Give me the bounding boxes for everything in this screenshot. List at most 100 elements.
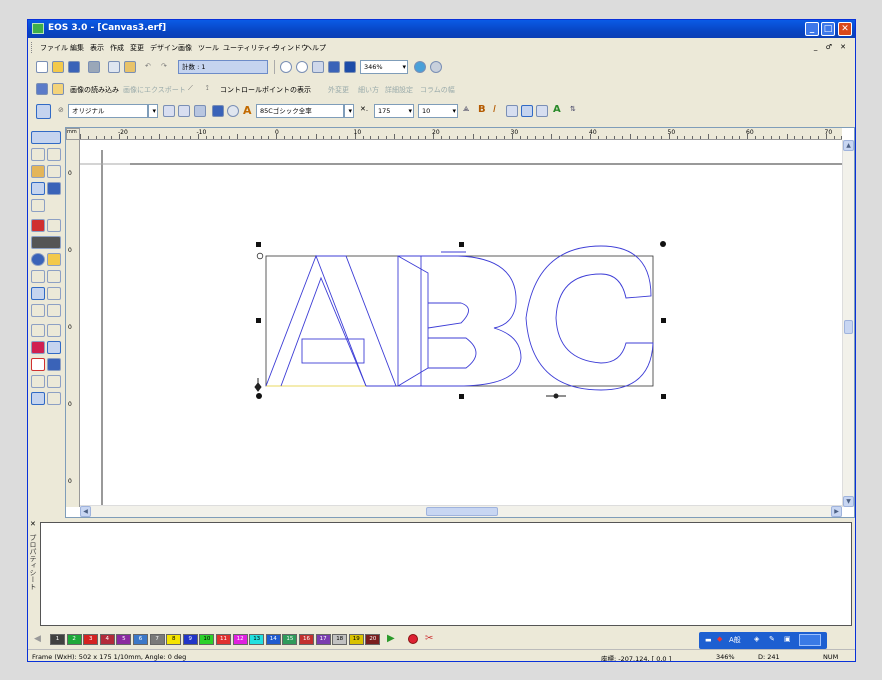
text-frame-icon[interactable] (194, 105, 206, 117)
panel-close-icon[interactable]: ✕ (30, 520, 36, 528)
zoom-tool-icon[interactable] (31, 199, 45, 212)
trash-icon[interactable] (52, 83, 64, 95)
redo-icon[interactable]: ↷ (161, 62, 167, 70)
font-select[interactable]: 85Cゴシック全率 (256, 104, 344, 118)
bitmap-tool-icon[interactable] (47, 341, 61, 354)
node-tool-icon[interactable]: ⟟ (206, 84, 209, 93)
photo-tool-icon[interactable] (31, 375, 45, 388)
palette-color-7[interactable]: 7 (149, 634, 165, 645)
title-bar[interactable]: EOS 3.0 - [Canvas3.erf] _ □ ✕ (28, 20, 855, 38)
new-file-icon[interactable] (36, 61, 48, 73)
table-tool-icon[interactable] (47, 358, 61, 371)
scroll-right-icon[interactable]: ▶ (831, 506, 842, 517)
mdi-controls[interactable]: _ ♂ ✕ (814, 43, 849, 51)
text-effect-tool-icon[interactable] (31, 270, 45, 283)
palette-color-4[interactable]: 4 (99, 634, 115, 645)
palette-color-13[interactable]: 13 (249, 634, 265, 645)
menu-file[interactable]: ファイル (40, 43, 68, 53)
text-align-icon[interactable] (212, 105, 224, 117)
play-icon[interactable]: ▶ (387, 633, 395, 644)
palette-color-5[interactable]: 5 (116, 634, 132, 645)
palette-color-12[interactable]: 12 (232, 634, 248, 645)
stop-icon[interactable] (408, 634, 418, 644)
frame-tool-icon[interactable] (47, 392, 61, 405)
palette-color-1[interactable]: 1 (50, 634, 65, 645)
outline-text-tool-icon[interactable] (31, 287, 45, 300)
detail-settings-button[interactable]: 詳細設定 (385, 85, 413, 95)
text-tool-icon[interactable] (31, 182, 45, 195)
scroll-up-icon[interactable]: ▲ (843, 140, 854, 151)
maximize-button[interactable]: □ (821, 22, 835, 36)
menu-help[interactable]: ヘルプ (305, 43, 326, 53)
canvas-area[interactable]: mm -20-10010203040506070 00000 (65, 127, 855, 518)
envelope-tool-icon[interactable] (47, 287, 61, 300)
align-tool-icon[interactable] (31, 324, 45, 337)
align-left-icon[interactable] (506, 105, 518, 117)
outline-change-button[interactable]: 外変更 (328, 85, 349, 95)
send-icon[interactable] (36, 83, 48, 95)
font-style-icon[interactable] (163, 105, 175, 117)
zoom-out-icon[interactable] (296, 61, 308, 73)
help-icon[interactable]: ▣ (784, 635, 791, 643)
scissors-icon[interactable]: ✂ (425, 633, 433, 644)
ime-icon[interactable]: ◆ (717, 635, 722, 643)
brush-tool-icon[interactable] (31, 131, 61, 144)
property-sheet-body[interactable] (40, 522, 852, 626)
image-tool-icon[interactable] (47, 375, 61, 388)
ime-tools-icon[interactable]: ✎ (769, 635, 775, 643)
text-spacing-icon[interactable]: ⇅ (570, 105, 576, 113)
refresh-icon[interactable] (414, 61, 426, 73)
palette-color-14[interactable]: 14 (265, 634, 281, 645)
pen-tool-icon[interactable] (31, 219, 45, 232)
text-rotate-icon[interactable] (227, 105, 239, 117)
magnify-tool-icon[interactable] (31, 253, 45, 266)
weed-tool-icon[interactable] (31, 341, 45, 354)
open-folder-icon[interactable] (52, 61, 64, 73)
rotate-icon[interactable] (430, 61, 442, 73)
path-tool-icon[interactable]: ⟋ (188, 84, 193, 93)
copy-icon[interactable] (108, 61, 120, 73)
vertical-scroll-thumb[interactable] (844, 320, 853, 334)
palette-color-20[interactable]: 20 (365, 634, 381, 645)
horizontal-scrollbar[interactable]: ◀ ▶ (80, 505, 842, 517)
ime-pad-icon[interactable]: ◈ (754, 635, 759, 643)
palette-color-3[interactable]: 3 (83, 634, 99, 645)
menu-utility[interactable]: ユーティリティー (223, 43, 278, 53)
scroll-down-icon[interactable]: ▼ (843, 496, 854, 507)
print-icon[interactable] (88, 61, 100, 73)
menu-design[interactable]: デザイン (150, 43, 178, 53)
zoom-page-icon[interactable] (344, 61, 356, 73)
menu-window[interactable]: ウィンドウ (273, 43, 308, 53)
crosshair-tool-icon[interactable] (47, 324, 61, 337)
style-select[interactable]: オリジナル (68, 104, 148, 118)
text-color-icon[interactable]: A (553, 104, 561, 115)
grid-icon[interactable] (312, 61, 324, 73)
font-dropdown-icon[interactable] (344, 104, 354, 118)
kerning-icon[interactable] (178, 105, 190, 117)
thin-button[interactable]: 細い方 (358, 85, 379, 95)
palette-color-9[interactable]: 9 (182, 634, 198, 645)
bold-icon[interactable]: B (478, 104, 486, 115)
palette-color-16[interactable]: 16 (299, 634, 314, 645)
menu-image[interactable]: 画像 (178, 43, 192, 53)
palette-color-2[interactable]: 2 (66, 634, 82, 645)
node-select-tool-icon[interactable] (47, 148, 61, 161)
palette-color-15[interactable]: 15 (282, 634, 298, 645)
window-tool-icon[interactable] (31, 392, 45, 405)
zoom-select[interactable]: 346% (360, 60, 408, 74)
palette-color-8[interactable]: 8 (166, 634, 182, 645)
palette-color-6[interactable]: 6 (133, 634, 148, 645)
style-dropdown-icon[interactable] (148, 104, 158, 118)
palette-color-17[interactable]: 17 (315, 634, 331, 645)
palette-scroll-left-icon[interactable]: ◀ (34, 634, 41, 644)
menu-view[interactable]: 表示 (90, 43, 104, 53)
ime-mode-label[interactable]: A般 (729, 635, 741, 645)
fill-tool-icon[interactable] (31, 165, 45, 178)
options-icon[interactable] (799, 634, 821, 646)
rectangle-tool-icon[interactable] (31, 358, 45, 371)
size-b-select[interactable]: 10 (418, 104, 458, 118)
text-a-icon[interactable]: ⟁ (463, 105, 469, 114)
minimize-button[interactable]: _ (805, 22, 819, 36)
menu-tools[interactable]: ツール (198, 43, 219, 53)
menu-create[interactable]: 作成 (110, 43, 124, 53)
